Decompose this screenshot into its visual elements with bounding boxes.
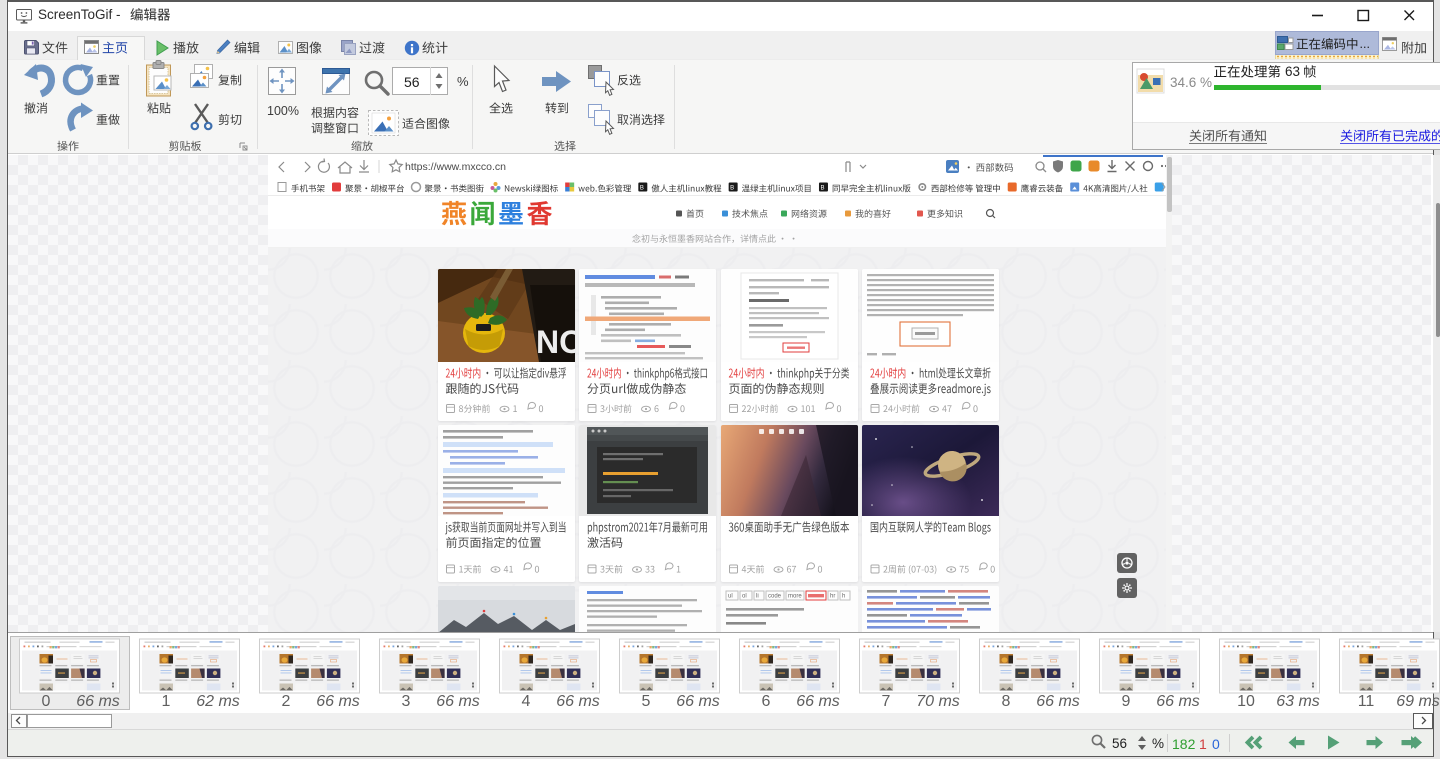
svg-text:ol: ol xyxy=(742,593,747,599)
svg-text:hr: hr xyxy=(830,593,835,599)
svg-text:li: li xyxy=(756,593,759,599)
svg-text:more: more xyxy=(788,593,802,599)
svg-text:ul: ul xyxy=(728,593,733,599)
svg-text:h: h xyxy=(842,593,845,599)
svg-text:NO: NO xyxy=(536,324,575,360)
svg-text:code: code xyxy=(768,593,782,599)
